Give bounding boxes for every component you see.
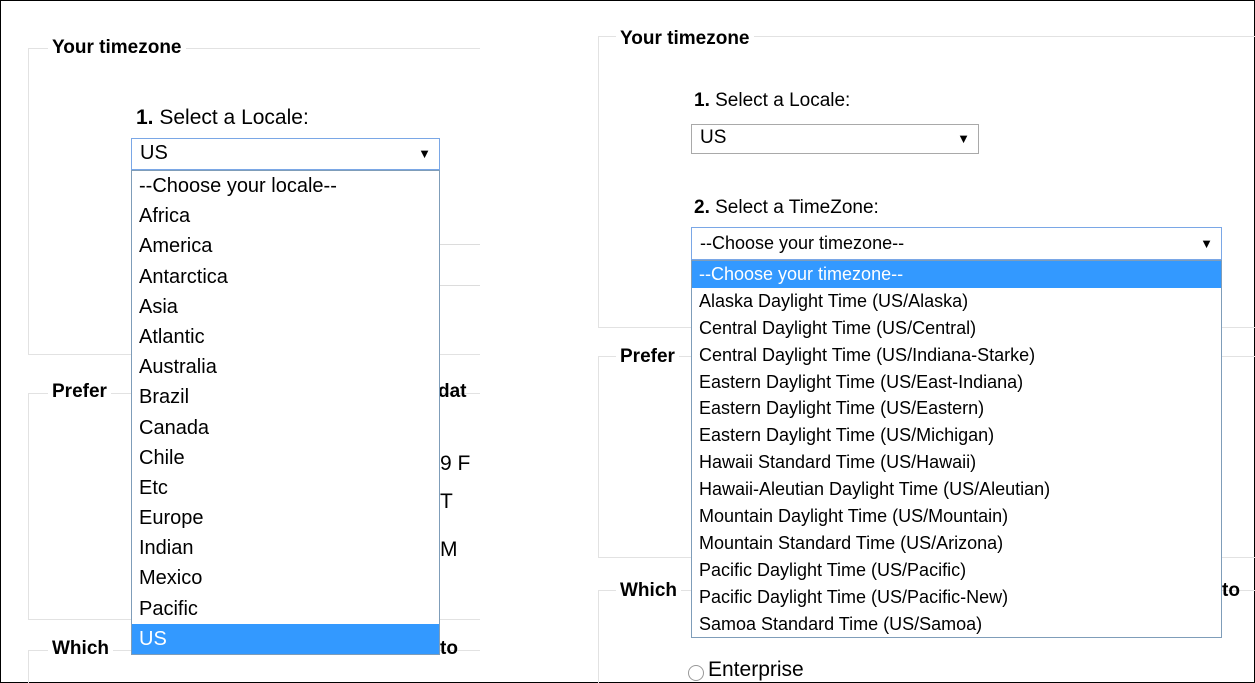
text-fragment: 9 F <box>440 452 471 475</box>
dropdown-option[interactable]: Atlantic <box>132 322 439 352</box>
dropdown-option[interactable]: Chile <box>132 443 439 473</box>
timezone-legend: Your timezone <box>48 37 186 59</box>
preferences-legend-fragment: dat <box>438 381 467 402</box>
locale-dropdown-list: --Choose your locale-- Africa America Antar… <box>131 170 440 655</box>
locale-select-value: US <box>140 142 168 164</box>
dropdown-arrow-icon: ▼ <box>1200 236 1213 251</box>
select-locale-label: 1. Select a Locale: <box>694 90 850 112</box>
left-panel: Your timezone 1. Select a Locale: US ▼ P… <box>0 0 480 683</box>
dropdown-option[interactable]: Asia <box>132 292 439 322</box>
dropdown-option[interactable]: US <box>132 623 439 654</box>
timezone-select-value: --Choose your timezone-- <box>700 233 905 253</box>
preferences-legend: Prefer <box>616 346 679 368</box>
dropdown-option[interactable]: Central Daylight Time (US/Central) <box>692 315 1221 342</box>
dropdown-option[interactable]: Mexico <box>132 563 439 593</box>
dropdown-option[interactable]: Samoa Standard Time (US/Samoa) <box>692 611 1221 638</box>
step-text: Select a Locale: <box>153 106 309 129</box>
enterprise-radio[interactable] <box>688 665 704 681</box>
step-number: 1. <box>136 106 154 129</box>
which-legend-fragment: to <box>1222 580 1240 601</box>
dropdown-option[interactable]: Eastern Daylight Time (US/Eastern) <box>692 395 1221 422</box>
dropdown-option[interactable]: Australia <box>132 352 439 382</box>
dropdown-option[interactable]: Mountain Daylight Time (US/Mountain) <box>692 503 1221 530</box>
dropdown-option[interactable]: Mountain Standard Time (US/Arizona) <box>692 530 1221 557</box>
timezone-legend: Your timezone <box>616 28 754 50</box>
enterprise-label: Enterprise <box>708 658 804 681</box>
dropdown-option[interactable]: Hawaii Standard Time (US/Hawaii) <box>692 449 1221 476</box>
dropdown-option[interactable]: Indian <box>132 533 439 563</box>
timezone-select[interactable]: --Choose your timezone-- ▼ <box>691 227 1222 260</box>
dropdown-option[interactable]: Eastern Daylight Time (US/Michigan) <box>692 422 1221 449</box>
dropdown-option[interactable]: Pacific <box>132 594 439 624</box>
step-number: 2. <box>694 197 710 218</box>
dropdown-option[interactable]: --Choose your locale-- <box>132 171 439 201</box>
step-number: 1. <box>694 90 710 111</box>
divider <box>440 285 480 286</box>
step-text: Select a TimeZone: <box>709 197 879 218</box>
locale-select[interactable]: US ▼ <box>691 124 979 154</box>
timezone-dropdown-list: --Choose your timezone-- Alaska Daylight … <box>691 260 1222 639</box>
which-legend: Which <box>48 638 113 660</box>
locale-select[interactable]: US ▼ <box>131 138 440 170</box>
dropdown-option[interactable]: Alaska Daylight Time (US/Alaska) <box>692 288 1221 315</box>
step-text: Select a Locale: <box>709 90 851 111</box>
dropdown-option[interactable]: Antarctica <box>132 262 439 292</box>
dropdown-option[interactable]: Pacific Daylight Time (US/Pacific-New) <box>692 584 1221 611</box>
divider <box>440 244 480 245</box>
select-locale-label: 1. Select a Locale: <box>136 106 309 130</box>
dropdown-option[interactable]: Europe <box>132 503 439 533</box>
dropdown-option[interactable]: Eastern Daylight Time (US/East-Indiana) <box>692 369 1221 396</box>
dropdown-option[interactable]: Pacific Daylight Time (US/Pacific) <box>692 557 1221 584</box>
text-fragment: M <box>440 538 458 561</box>
dropdown-option[interactable]: Central Daylight Time (US/Indiana-Starke… <box>692 342 1221 369</box>
dropdown-option[interactable]: Brazil <box>132 382 439 412</box>
dropdown-option[interactable]: --Choose your timezone-- <box>692 261 1221 288</box>
dropdown-option[interactable]: America <box>132 231 439 261</box>
text-fragment: T <box>440 490 453 513</box>
dropdown-arrow-icon: ▼ <box>418 146 431 161</box>
dropdown-arrow-icon: ▼ <box>957 131 970 146</box>
which-legend-fragment: to <box>440 638 458 659</box>
select-timezone-label: 2. Select a TimeZone: <box>694 197 879 219</box>
right-panel: Your timezone 1. Select a Locale: US ▼ 2… <box>590 0 1255 683</box>
locale-select-value: US <box>700 127 727 148</box>
preferences-legend: Prefer <box>48 381 111 403</box>
dropdown-option[interactable]: Africa <box>132 201 439 231</box>
dropdown-option[interactable]: Etc <box>132 473 439 503</box>
dropdown-option[interactable]: Canada <box>132 413 439 443</box>
which-legend: Which <box>616 580 681 602</box>
dropdown-option[interactable]: Hawaii-Aleutian Daylight Time (US/Aleuti… <box>692 476 1221 503</box>
